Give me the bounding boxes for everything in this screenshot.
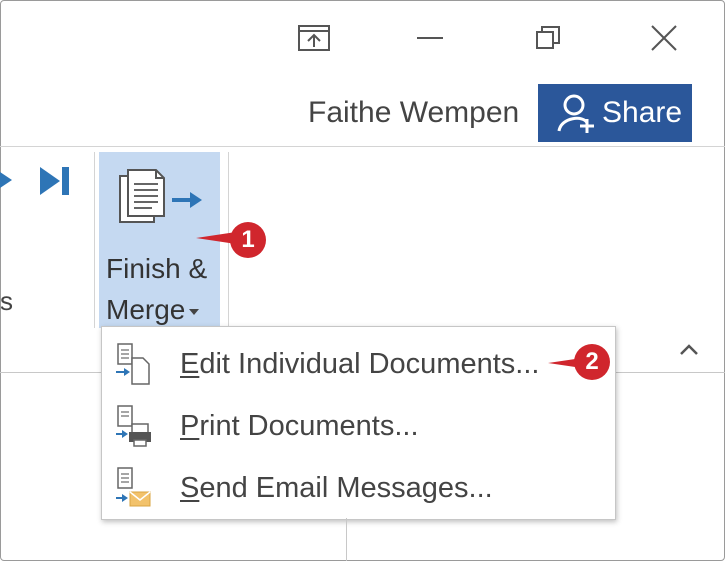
last-record-icon[interactable] <box>38 164 72 198</box>
print-documents-label: Print Documents... <box>180 409 419 442</box>
pane-separator <box>346 518 347 561</box>
menu-item-print-documents[interactable]: Print Documents... <box>102 397 615 455</box>
close-button[interactable] <box>642 18 686 58</box>
callout-1: 1 <box>230 222 266 258</box>
minimize-button[interactable] <box>408 18 452 58</box>
collapse-ribbon-icon[interactable] <box>678 340 700 360</box>
minimize-icon <box>417 37 443 39</box>
partial-label: s <box>0 286 13 316</box>
share-label: Share <box>602 96 683 129</box>
send-email-messages-label: Send Email Messages... <box>180 471 493 504</box>
ribbon-top-border <box>0 146 725 147</box>
finish-merge-line2: Merge <box>106 294 186 325</box>
previous-record-icon[interactable] <box>0 166 16 194</box>
ribbon-display-icon <box>298 25 330 51</box>
chevron-down-icon <box>189 308 200 315</box>
close-icon <box>651 25 677 51</box>
menu-accelerator-key: P <box>180 409 200 442</box>
print-documents-icon <box>116 405 151 447</box>
menu-accelerator-key: E <box>180 347 200 380</box>
finish-merge-menu: Edit Individual Documents... Print Docum… <box>101 326 616 520</box>
user-name[interactable]: Faithe Wempen <box>308 96 519 130</box>
edit-individual-documents-label: Edit Individual Documents... <box>180 347 540 380</box>
share-button[interactable]: Share <box>538 84 692 142</box>
finish-merge-line1: Finish & <box>106 253 208 284</box>
ribbon-display-options-button[interactable] <box>292 18 336 58</box>
group-separator <box>94 152 95 328</box>
callout-2: 2 <box>574 344 610 380</box>
finish-merge-label: Finish & Merge <box>106 248 218 330</box>
menu-item-send-email-messages[interactable]: Send Email Messages... <box>102 459 615 517</box>
add-person-icon <box>557 94 594 133</box>
restore-button[interactable] <box>526 18 570 58</box>
menu-item-edit-individual-documents[interactable]: Edit Individual Documents... <box>102 335 615 393</box>
send-email-icon <box>116 467 151 507</box>
menu-accelerator-key: S <box>180 471 200 504</box>
restore-icon <box>536 26 560 49</box>
finish-merge-icon <box>119 169 202 223</box>
edit-documents-icon <box>116 343 150 385</box>
